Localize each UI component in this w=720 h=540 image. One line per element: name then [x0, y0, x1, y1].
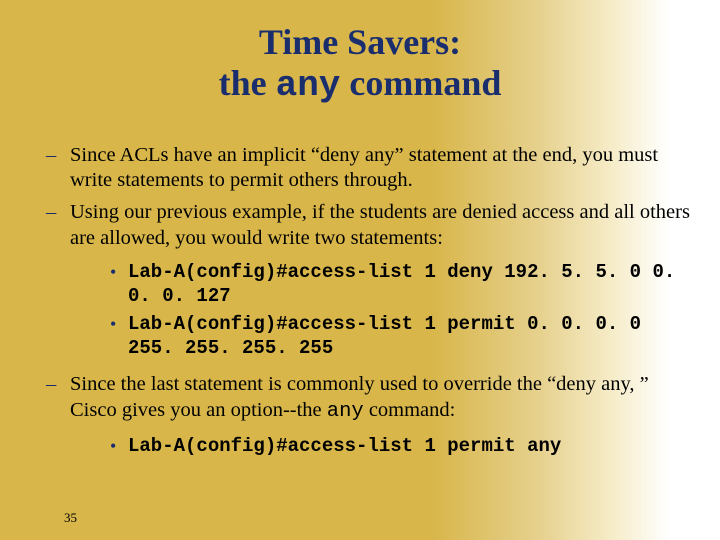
code-group-1: Lab-A(config)#access-list 1 deny 192. 5.… [44, 257, 690, 372]
bullet-1: Since ACLs have an implicit “deny any” s… [44, 143, 690, 194]
bullet-3-post: command: [364, 399, 456, 421]
title-line-1: Time Savers: [0, 22, 720, 63]
code-line-2: Lab-A(config)#access-list 1 permit 0. 0.… [110, 313, 690, 361]
bullet-3: Since the last statement is commonly use… [44, 372, 690, 424]
bullet-3-mono: any [327, 400, 364, 423]
code-line-3: Lab-A(config)#access-list 1 permit any [110, 435, 690, 459]
slide-content: Since ACLs have an implicit “deny any” s… [0, 117, 720, 471]
code-group-2: Lab-A(config)#access-list 1 permit any [44, 431, 690, 471]
title-pre: the [219, 63, 276, 103]
slide: Time Savers: the any command Since ACLs … [0, 0, 720, 540]
code-line-1: Lab-A(config)#access-list 1 deny 192. 5.… [110, 261, 690, 309]
bullet-2: Using our previous example, if the stude… [44, 200, 690, 251]
slide-title: Time Savers: the any command [0, 0, 720, 117]
title-post: command [340, 63, 501, 103]
title-mono: any [276, 65, 341, 106]
title-line-2: the any command [0, 63, 720, 106]
page-number: 35 [64, 510, 77, 526]
